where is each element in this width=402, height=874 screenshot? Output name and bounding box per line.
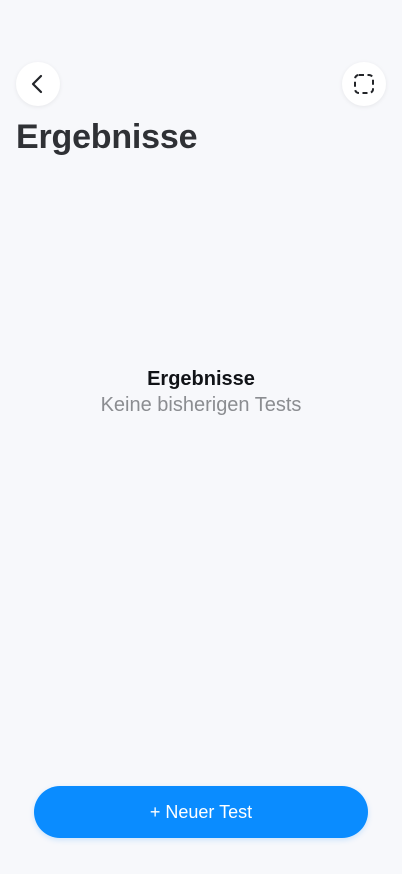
page-title: Ergebnisse: [16, 118, 198, 156]
new-test-button[interactable]: + Neuer Test: [34, 786, 368, 838]
empty-state: Ergebnisse Keine bisherigen Tests: [0, 366, 402, 419]
empty-state-subtitle: Keine bisherigen Tests: [100, 394, 302, 416]
expand-button[interactable]: [342, 62, 386, 106]
dashed-square-icon: [353, 73, 375, 95]
back-button[interactable]: [16, 62, 60, 106]
chevron-left-icon: [27, 73, 49, 95]
results-screen: Ergebnisse Ergebnisse Keine bisherigen T…: [0, 0, 402, 874]
empty-state-title: Ergebnisse: [147, 368, 255, 390]
